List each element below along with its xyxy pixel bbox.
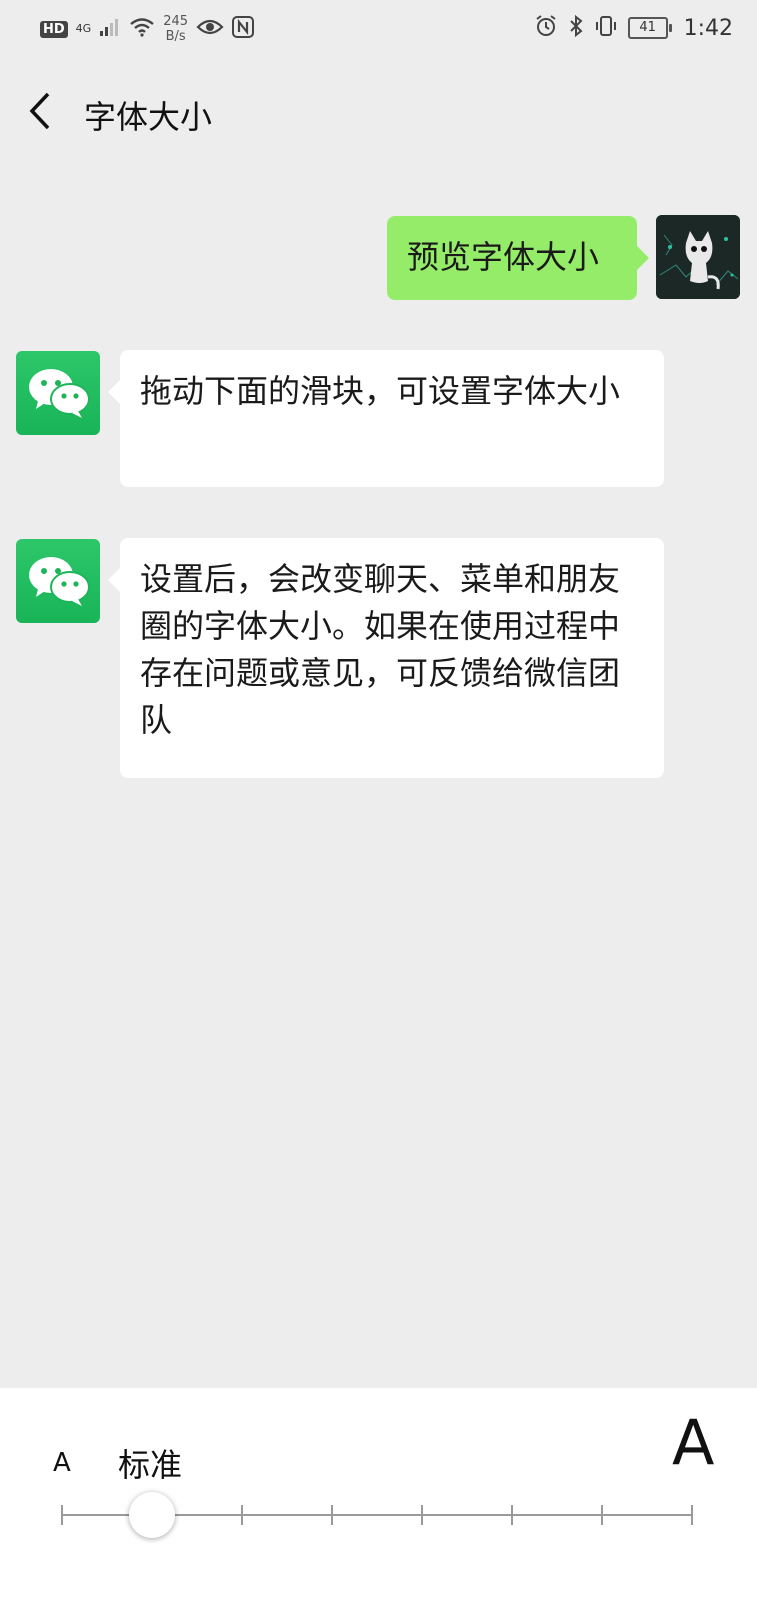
chevron-left-icon — [29, 92, 50, 130]
title-bar: 字体大小 — [0, 64, 757, 164]
cat-avatar-image — [656, 215, 740, 299]
network-type: 4G — [75, 22, 92, 35]
font-size-panel: A 标准 A — [0, 1388, 757, 1600]
eye-icon — [196, 17, 224, 41]
message-bubble-system: 设置后，会改变聊天、菜单和朋友圈的字体大小。如果在使用过程中存在问题或意见，可反… — [108, 538, 664, 778]
slider-tick — [61, 1505, 63, 1525]
message-bubble-self: 预览字体大小 — [387, 216, 649, 300]
wifi-icon — [129, 17, 155, 41]
wechat-logo-icon — [29, 557, 90, 606]
page-title: 字体大小 — [84, 98, 213, 136]
status-left: HD 4G 245 B/s — [40, 14, 255, 44]
large-font-indicator: A — [672, 1406, 715, 1479]
battery-icon: 41 — [627, 17, 672, 39]
bluetooth-icon — [568, 14, 584, 42]
signal-icon — [99, 17, 121, 41]
current-size-label: 标准 — [118, 1446, 183, 1484]
slider-tick — [601, 1505, 603, 1525]
slider-tick — [331, 1505, 333, 1525]
hd-icon: HD — [40, 20, 68, 38]
status-bar: HD 4G 245 B/s 41 1:42 — [0, 0, 757, 64]
clock-time: 1:42 — [683, 15, 733, 41]
wechat-avatar[interactable] — [16, 351, 100, 435]
slider-tick — [691, 1505, 693, 1525]
font-size-slider-thumb[interactable] — [129, 1492, 175, 1538]
slider-tick — [511, 1505, 513, 1525]
message-text: 预览字体大小 — [407, 238, 600, 276]
self-avatar[interactable] — [656, 215, 740, 299]
slider-tick — [241, 1505, 243, 1525]
speed-unit: B/s — [165, 29, 186, 44]
back-button[interactable] — [22, 86, 62, 136]
network-speed: 245 B/s — [163, 14, 188, 44]
wechat-logo-icon — [29, 369, 90, 418]
wechat-avatar[interactable] — [16, 539, 100, 623]
message-text: 设置后，会改变聊天、菜单和朋友圈的字体大小。如果在使用过程中存在问题或意见，可反… — [140, 560, 621, 739]
alarm-icon — [534, 14, 558, 42]
vibrate-icon — [594, 14, 618, 42]
slider-tick — [421, 1505, 423, 1525]
status-right: 41 1:42 — [534, 14, 733, 42]
speed-value: 245 — [163, 14, 189, 29]
message-bubble-system: 拖动下面的滑块，可设置字体大小 — [108, 350, 664, 487]
small-font-indicator: A — [53, 1448, 71, 1478]
message-text: 拖动下面的滑块，可设置字体大小 — [140, 372, 621, 410]
nfc-icon — [232, 16, 255, 42]
